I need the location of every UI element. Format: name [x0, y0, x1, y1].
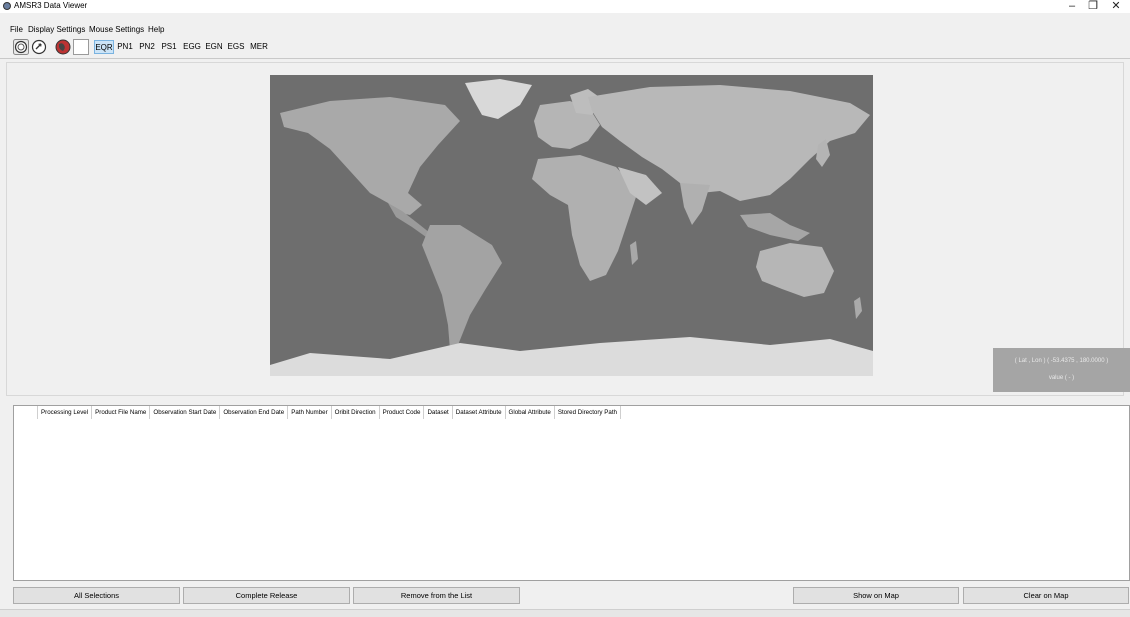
menu-display-settings[interactable]: Display Settings	[28, 24, 85, 36]
projection-mer-button[interactable]: MER	[250, 40, 268, 54]
restore-button[interactable]: ❐	[1081, 0, 1105, 13]
clear-on-map-button[interactable]: Clear on Map	[963, 587, 1129, 604]
row-selector-column	[14, 406, 38, 419]
projection-egs-button[interactable]: EGS	[227, 40, 245, 54]
value-text: value ( - )	[1048, 375, 1075, 381]
projection-pn2-button[interactable]: PN2	[138, 40, 156, 54]
globe-icon[interactable]	[55, 39, 71, 55]
product-table[interactable]: Processing Level Product File Name Obser…	[13, 405, 1130, 581]
column-header[interactable]: Product File Name	[92, 406, 151, 419]
projection-ps1-button[interactable]: PS1	[160, 40, 178, 54]
column-header[interactable]: Product Code	[380, 406, 425, 419]
toolbar-divider	[0, 58, 1130, 59]
zoom-icon[interactable]	[13, 39, 29, 55]
world-map[interactable]	[270, 75, 873, 376]
coordinate-text: ( Lat , Lon ) ( -53.4375 , 180.0000 )	[1014, 358, 1109, 364]
projection-egn-button[interactable]: EGN	[205, 40, 223, 54]
column-header[interactable]: Dataset	[424, 406, 453, 419]
column-header[interactable]: Processing Level	[38, 406, 93, 419]
complete-release-button[interactable]: Complete Release	[183, 587, 350, 604]
menu-mouse-settings[interactable]: Mouse Settings	[89, 24, 144, 36]
app-icon	[3, 2, 11, 10]
show-on-map-button[interactable]: Show on Map	[793, 587, 959, 604]
window-title: AMSR3 Data Viewer	[14, 1, 88, 10]
blank-icon[interactable]	[73, 39, 89, 55]
column-header[interactable]: Dataset Attribute	[453, 406, 506, 419]
close-button[interactable]: ✕	[1104, 0, 1128, 13]
column-header[interactable]: Stored Directory Path	[555, 406, 621, 419]
menu-help[interactable]: Help	[148, 24, 164, 36]
projection-egg-button[interactable]: EGG	[183, 40, 201, 54]
projection-pn1-button[interactable]: PN1	[116, 40, 134, 54]
column-header[interactable]: Path Number	[288, 406, 332, 419]
menu-file[interactable]: File	[10, 24, 23, 36]
column-header[interactable]: Observation End Date	[220, 406, 289, 419]
column-header[interactable]: Global Attribute	[506, 406, 555, 419]
rotate-icon[interactable]	[31, 39, 47, 55]
projection-eqr-button[interactable]: EQR	[94, 40, 114, 54]
title-bar: AMSR3 Data Viewer – ❐ ✕	[0, 0, 1130, 13]
toolbar: EQR PN1 PN2 PS1 EGG EGN EGS MER	[0, 38, 1130, 58]
column-header[interactable]: Observation Start Date	[150, 406, 221, 419]
coordinate-readout: ( Lat , Lon ) ( -53.4375 , 180.0000 ) va…	[993, 348, 1130, 392]
table-header: Processing Level Product File Name Obser…	[14, 406, 621, 419]
column-header[interactable]: Oribit Direction	[332, 406, 380, 419]
all-selections-button[interactable]: All Selections	[13, 587, 180, 604]
remove-from-list-button[interactable]: Remove from the List	[353, 587, 520, 604]
